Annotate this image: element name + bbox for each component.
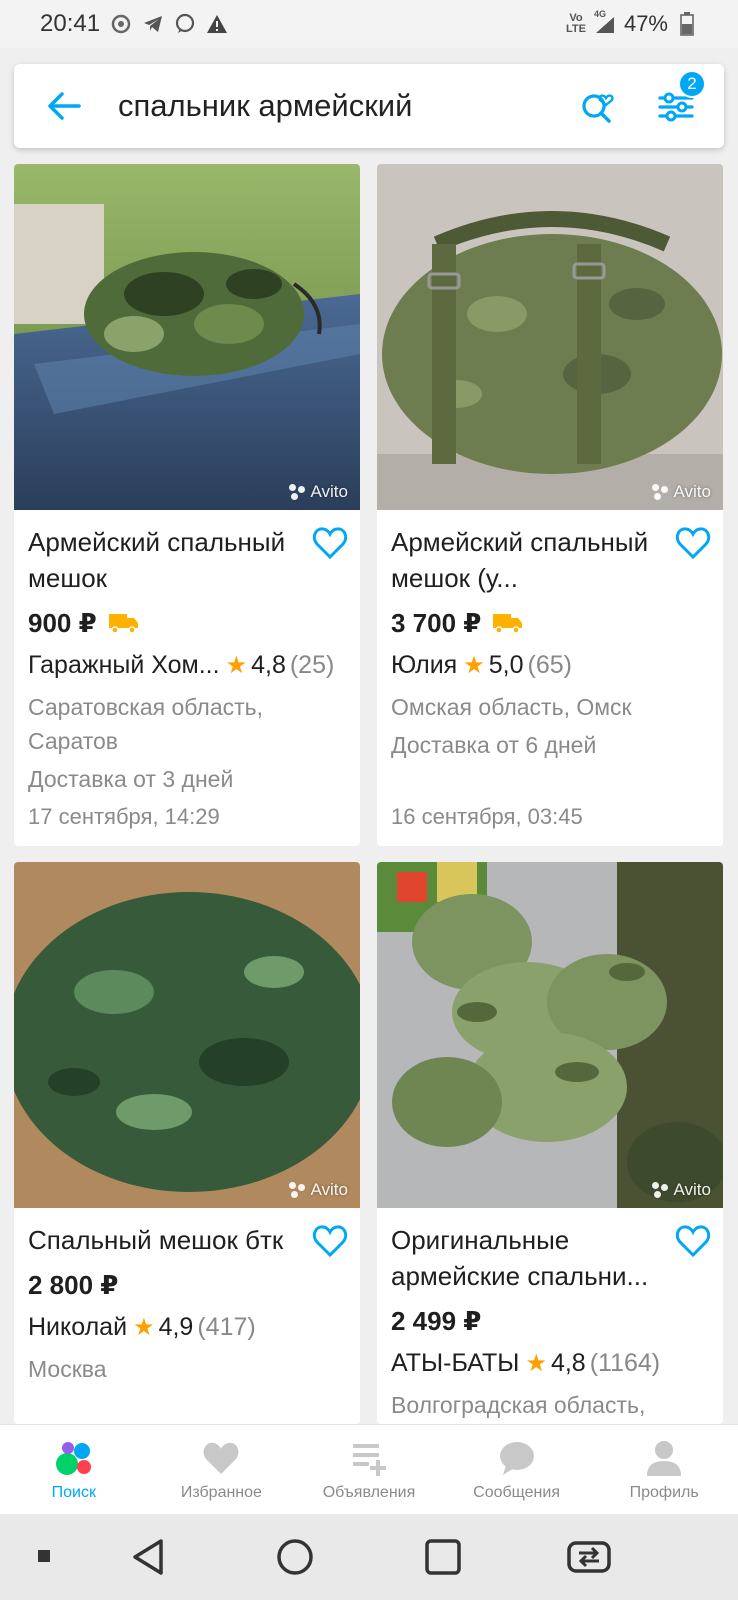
avito-logo-icon [651,1182,670,1198]
seller-name: АТЫ-БАТЫ [391,1348,520,1377]
listing-location: Москва [28,1356,107,1382]
arrow-left-icon [48,92,81,120]
listing-price: 2 800 ₽ [28,1269,119,1300]
save-search-button[interactable] [568,76,628,136]
back-button[interactable] [34,76,94,136]
favorite-heart-icon[interactable] [675,1224,711,1258]
switch-apps-button[interactable] [566,1534,612,1580]
search-heart-icon [582,94,614,123]
back-nav-button[interactable] [126,1534,172,1580]
nav-profile[interactable]: Профиль [590,1425,738,1514]
listing-card[interactable]: Avito Армейский спальный мешок (у... 3 7… [377,164,723,846]
listing-title[interactable]: Армейский спальный мешок (у... [391,524,661,596]
listing-title[interactable]: Оригинальные армейские спальни... [391,1222,661,1294]
star-icon: ★ [525,1349,547,1377]
listing-price: 3 700 ₽ [391,607,482,638]
status-bar: 20:41 Vo LTE 4G 47% [0,0,738,48]
listing-price: 900 ₽ [28,607,97,638]
seller-rating: 5,0 [488,650,524,679]
avito-watermark: Avito [288,1180,348,1200]
search-bar: спальник армейский 2 [14,64,724,148]
favorite-heart-icon[interactable] [312,1224,348,1258]
nav-search[interactable]: Поиск [0,1425,148,1514]
sync-icon [110,13,132,35]
nav-label: Объявления [322,1483,416,1501]
home-circle-icon [277,1539,313,1575]
listing-title[interactable]: Спальный мешок бтк [28,1222,298,1258]
recents-nav-button[interactable] [420,1534,466,1580]
listing-price: 2 499 ₽ [391,1305,482,1336]
battery-icon [676,12,698,36]
review-count: (1164) [589,1348,661,1377]
system-navigation-bar [0,1514,738,1600]
review-count: (25) [289,650,335,679]
back-triangle-icon [133,1539,163,1575]
seller-name: Гаражный Хом... [28,650,220,679]
square-dot-icon [38,1550,50,1562]
listing-date: 17 сентября, 14:29 [28,804,220,829]
seller-rating: 4,9 [158,1312,194,1341]
listing-title[interactable]: Армейский спальный мешок [28,524,298,596]
listing-card[interactable]: Avito Оригинальные армейские спальни... … [377,862,723,1424]
status-time: 20:41 [40,10,101,37]
nav-favorites[interactable]: Избранное [148,1425,296,1514]
volte-indicator: Vo LTE [565,12,586,35]
bottom-navigation: Поиск Избранное Объявления Сообщения Про… [0,1424,738,1514]
home-nav-button[interactable] [272,1534,318,1580]
menu-dot-button[interactable] [22,1534,68,1580]
battery-percent: 47% [623,11,668,36]
listing-photo[interactable]: Avito [14,862,360,1208]
delivery-truck-icon [493,614,523,634]
favorite-heart-icon[interactable] [675,526,711,560]
review-count: (65) [527,650,572,679]
avito-dots-icon [55,1441,91,1475]
star-icon: ★ [225,651,248,679]
seller-name: Юлия [391,650,458,679]
avito-watermark: Avito [651,1180,711,1200]
chat-icon [499,1441,534,1475]
nav-label: Избранное [180,1483,262,1501]
delivery-info: Доставка от 3 дней [28,766,234,792]
star-icon: ★ [463,651,485,679]
listing-date: 16 сентября, 03:45 [391,804,583,829]
delivery-truck-icon [108,614,138,634]
favorite-heart-icon[interactable] [312,526,348,560]
warning-icon [206,13,228,35]
seller-name: Николай [28,1312,128,1341]
listing-location: Волгоградская область, [391,1392,646,1418]
filters-count-badge: 2 [678,70,706,98]
avito-logo-icon [288,1182,307,1198]
listing-card[interactable]: Avito Спальный мешок бтк 2 800 ₽ Николай… [14,862,360,1424]
star-icon: ★ [133,1313,155,1341]
listing-photo[interactable]: Avito [377,862,723,1208]
seller-rating: 4,8 [251,650,286,679]
nav-label: Сообщения [473,1483,560,1501]
nav-label: Поиск [51,1483,96,1501]
delivery-info: Доставка от 6 дней [391,732,597,758]
filters-button[interactable]: 2 [646,70,706,136]
add-list-icon [352,1443,386,1476]
recents-square-icon [425,1539,461,1575]
signal-icon: 4G [594,9,616,35]
listing-photo[interactable]: Avito [377,164,723,510]
listing-location: Омская область, Омск [391,694,632,720]
nav-label: Профиль [629,1483,699,1501]
listing-location: Саратовская область, Саратов [28,694,264,754]
listing-photo[interactable]: Avito [14,164,360,510]
search-query[interactable]: спальник армейский [118,88,568,124]
avito-watermark: Avito [288,482,348,502]
listing-card[interactable]: Avito Армейский спальный мешок 900 ₽ Гар… [14,164,360,846]
avito-logo-icon [651,484,670,500]
seller-rating: 4,8 [550,1348,586,1377]
telegram-icon [142,13,164,35]
whatsapp-icon [174,13,196,35]
review-count: (417) [197,1312,256,1341]
nav-messages[interactable]: Сообщения [443,1425,591,1514]
swap-icon [567,1541,611,1573]
heart-icon [203,1442,239,1474]
avito-watermark: Avito [651,482,711,502]
person-icon [647,1440,682,1476]
avito-logo-icon [288,484,307,500]
nav-listings[interactable]: Объявления [295,1425,443,1514]
